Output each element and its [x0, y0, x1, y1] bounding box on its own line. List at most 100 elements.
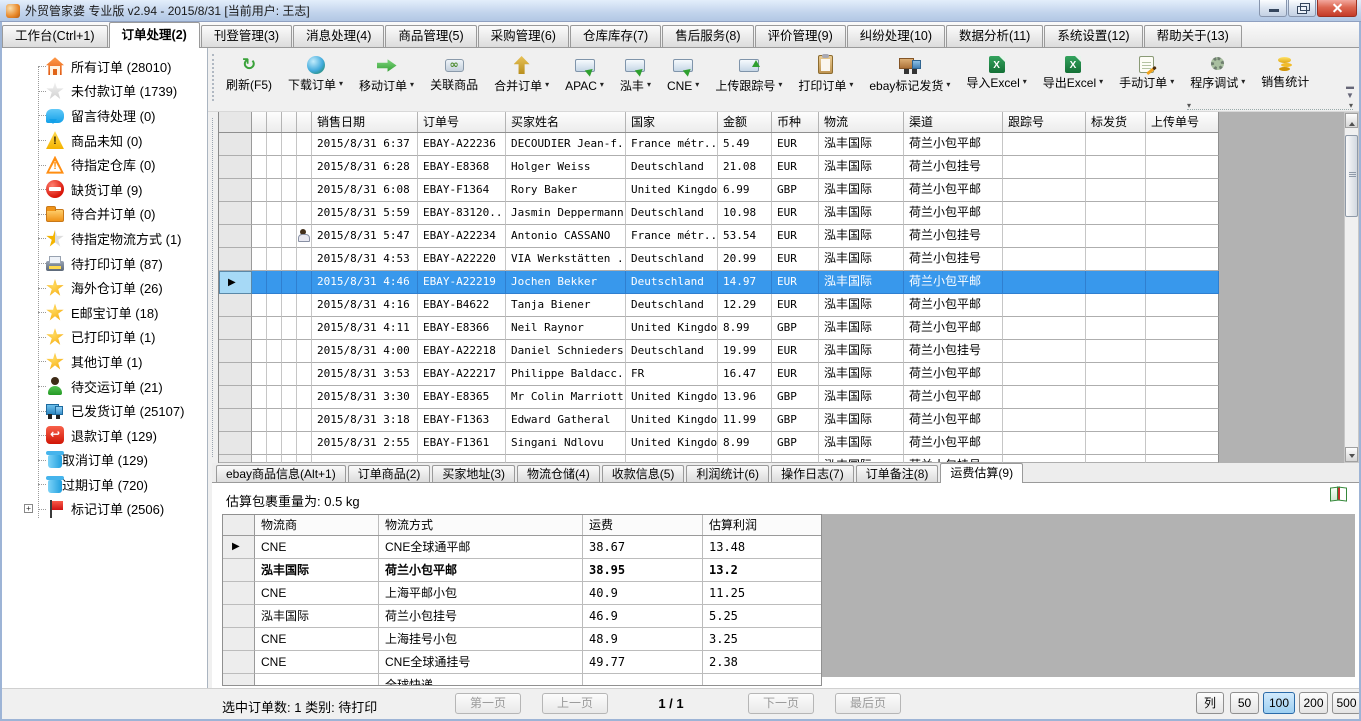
detail-tab[interactable]: 物流仓储(4)	[517, 465, 600, 482]
toolbar-button[interactable]: 泓丰▾	[612, 53, 659, 93]
row-header-cell[interactable]: ▶	[219, 202, 252, 225]
sidebar-item[interactable]: 退款订单 (129)	[0, 423, 207, 448]
prev-page-button[interactable]: 上一页	[542, 693, 608, 714]
dropdown-arrow-icon[interactable]: ▾	[778, 80, 782, 89]
dropdown-arrow-icon[interactable]: ▾	[339, 79, 343, 88]
checkbox-cell[interactable]	[282, 340, 297, 363]
dropdown-arrow-icon[interactable]: ▾	[1170, 77, 1174, 86]
checkbox-cell[interactable]	[282, 133, 297, 156]
row-header-cell[interactable]: ▶	[219, 294, 252, 317]
dropdown-arrow-icon[interactable]: ▾	[695, 80, 699, 89]
flag-cell[interactable]	[297, 225, 312, 248]
row-header-cell[interactable]: ▶	[219, 271, 252, 294]
row-header-cell[interactable]: ▶	[219, 363, 252, 386]
sidebar-item[interactable]: 待打印订单 (87)	[0, 251, 207, 276]
toolbar-button[interactable]: 打印订单▾	[790, 53, 861, 93]
flag-cell[interactable]	[297, 432, 312, 455]
detail-tab[interactable]: 买家地址(3)	[432, 465, 515, 482]
row-header-cell[interactable]: ▶	[223, 605, 255, 628]
toolbar-button[interactable]: 程序调试▾	[1182, 53, 1253, 93]
flag-cell[interactable]	[297, 317, 312, 340]
dropdown-arrow-icon[interactable]: ▾	[600, 80, 604, 89]
column-header[interactable]: 销售日期	[312, 112, 418, 132]
detail-tab[interactable]: 操作日志(7)	[771, 465, 854, 482]
toolbar-button[interactable]: 关联商品▾	[422, 53, 486, 93]
sidebar-splitter[interactable]	[208, 112, 218, 463]
checkbox-cell[interactable]	[252, 248, 267, 271]
checkbox-cell[interactable]	[252, 455, 267, 463]
toolbar-button[interactable]: APAC▾	[557, 53, 612, 93]
column-header[interactable]: 物流商	[255, 515, 379, 535]
checkbox-cell[interactable]	[267, 432, 282, 455]
dropdown-arrow-icon[interactable]: ▾	[1241, 77, 1245, 86]
menu-tab[interactable]: 采购管理(6)	[478, 25, 569, 47]
page-size-50-button[interactable]: 50	[1230, 692, 1259, 714]
checkbox-cell[interactable]	[252, 386, 267, 409]
table-row[interactable]: ▶ 2015/8/31 4:53 EBAY-A22220 VIA Werkstä…	[219, 248, 1219, 271]
checkbox-cell[interactable]	[267, 455, 282, 463]
toolbar-button[interactable]: 移动订单▾	[351, 53, 422, 93]
sidebar-item[interactable]: 待指定仓库 (0)	[0, 152, 207, 177]
page-size-200-button[interactable]: 200	[1299, 692, 1328, 714]
freight-row[interactable]: ▶ CNE CNE全球通挂号 49.77 2.38	[223, 651, 821, 674]
tree-expander-icon[interactable]: +	[24, 504, 33, 513]
detail-tab[interactable]: 收款信息(5)	[602, 465, 685, 482]
detail-tab[interactable]: 订单备注(8)	[856, 465, 939, 482]
menu-tab[interactable]: 系统设置(12)	[1044, 25, 1142, 47]
sidebar-item[interactable]: 过期订单 (720)	[0, 472, 207, 497]
table-row[interactable]: ▶ 2015/8/31 3:30 EBAY-E8365 Mr Colin Mar…	[219, 386, 1219, 409]
column-header[interactable]: 物流方式	[379, 515, 583, 535]
checkbox-cell[interactable]	[267, 409, 282, 432]
menu-tab[interactable]: 仓库库存(7)	[570, 25, 661, 47]
last-page-button[interactable]: 最后页	[835, 693, 901, 714]
detail-tab[interactable]: 订单商品(2)	[348, 465, 431, 482]
row-header-cell[interactable]: ▶	[219, 317, 252, 340]
sidebar-item[interactable]: 未付款订单 (1739)	[0, 79, 207, 104]
dropdown-arrow-icon[interactable]: ▾	[946, 80, 950, 89]
table-row[interactable]: ▶ 2015/8/31 3:53 EBAY-A22217 Philippe Ba…	[219, 363, 1219, 386]
row-header-cell[interactable]: ▶	[219, 225, 252, 248]
menu-tab[interactable]: 数据分析(11)	[946, 25, 1043, 47]
checkbox-cell[interactable]	[252, 225, 267, 248]
checkbox-cell[interactable]	[282, 271, 297, 294]
column-header[interactable]: 金额	[718, 112, 772, 132]
toolbar-button[interactable]: 手动订单▾	[1111, 53, 1182, 93]
table-row[interactable]: ▶ 泓丰国际 荷兰小包挂号	[219, 455, 1219, 463]
toolbar-button[interactable]: 合并订单▾	[486, 53, 557, 93]
row-header-cell[interactable]: ▶	[219, 156, 252, 179]
column-header[interactable]: 运费	[583, 515, 703, 535]
row-header-cell[interactable]: ▶	[219, 455, 252, 463]
sidebar-item[interactable]: 海外仓订单 (26)	[0, 275, 207, 300]
sidebar-item[interactable]: E邮宝订单 (18)	[0, 300, 207, 325]
checkbox-cell[interactable]	[267, 363, 282, 386]
checkbox-cell[interactable]	[282, 294, 297, 317]
checkbox-cell[interactable]	[252, 133, 267, 156]
checkbox-cell[interactable]	[282, 202, 297, 225]
freight-row[interactable]: ▶ CNE 上海平邮小包 40.9 11.25	[223, 582, 821, 605]
toolbar-overflow-icon[interactable]: ▬▼	[1344, 82, 1356, 100]
table-row[interactable]: ▶ 2015/8/31 4:11 EBAY-E8366 Neil Raynor …	[219, 317, 1219, 340]
toolbar-button[interactable]: 导出Excel▾	[1035, 53, 1111, 93]
scroll-up-icon[interactable]	[1345, 113, 1358, 128]
menu-tab[interactable]: 评价管理(9)	[755, 25, 846, 47]
dropdown-arrow-icon[interactable]: ▾	[647, 80, 651, 89]
checkbox-cell[interactable]	[282, 409, 297, 432]
row-header-cell[interactable]: ▶	[219, 248, 252, 271]
column-header[interactable]: 订单号	[418, 112, 506, 132]
row-header-cell[interactable]: ▶	[219, 386, 252, 409]
column-header[interactable]: 国家	[626, 112, 718, 132]
freight-row[interactable]: ▶ 泓丰国际 荷兰小包平邮 38.95 13.2	[223, 559, 821, 582]
table-row[interactable]: ▶ 2015/8/31 2:55 EBAY-F1361 Singani Ndlo…	[219, 432, 1219, 455]
checkbox-cell[interactable]	[252, 271, 267, 294]
checkbox-cell[interactable]	[267, 248, 282, 271]
toolbar-button[interactable]: 上传跟踪号▾	[707, 53, 790, 93]
checkbox-cell[interactable]	[267, 156, 282, 179]
toolbar-button[interactable]: 下载订单▾	[280, 53, 351, 93]
checkbox-cell[interactable]	[267, 179, 282, 202]
menu-tab[interactable]: 商品管理(5)	[385, 25, 476, 47]
checkbox-cell[interactable]	[267, 271, 282, 294]
row-header-cell[interactable]: ▶	[223, 651, 255, 674]
row-header-cell[interactable]: ▶	[219, 340, 252, 363]
table-row[interactable]: ▶ 2015/8/31 3:18 EBAY-F1363 Edward Gathe…	[219, 409, 1219, 432]
toolbar-collapsed-strip[interactable]: ▾▾	[1187, 101, 1353, 110]
